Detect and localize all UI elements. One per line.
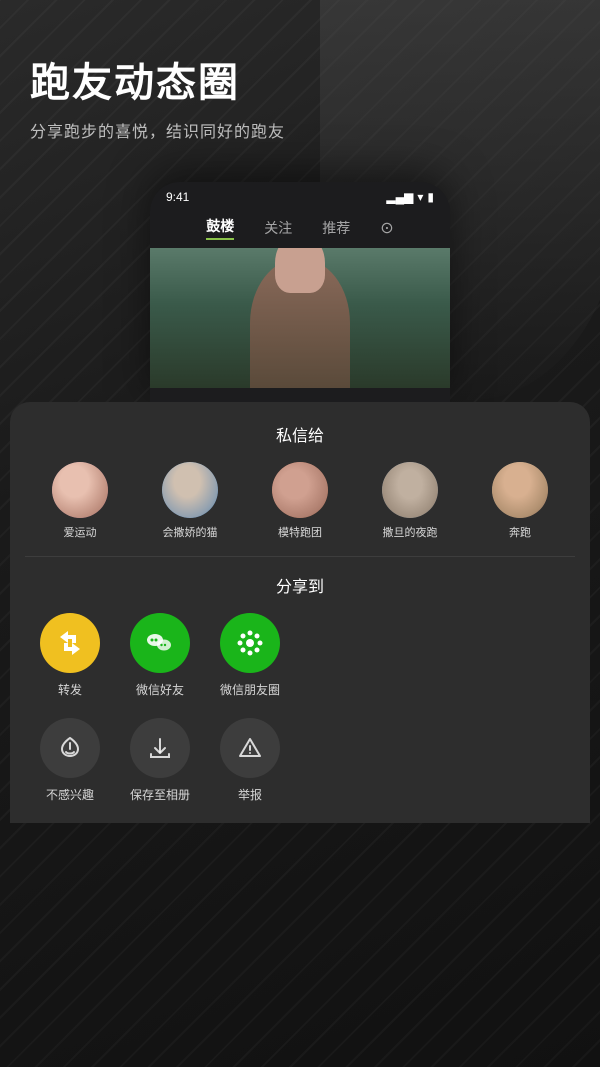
retweet-icon xyxy=(54,627,86,659)
wechat-icon xyxy=(143,626,177,660)
contact-item[interactable]: 模特跑团 xyxy=(245,462,355,540)
contact-avatar-2 xyxy=(162,462,218,518)
dislike-icon xyxy=(57,735,83,761)
private-message-title: 私信给 xyxy=(10,422,590,446)
section-divider xyxy=(25,556,575,557)
status-icons: ▂▄▆ ▾ ▮ xyxy=(386,190,434,204)
phone-tab-follow[interactable]: 关注 xyxy=(264,218,292,238)
contact-avatar-4 xyxy=(382,462,438,518)
phone-tab-gulou[interactable]: 鼓楼 xyxy=(206,216,234,240)
page-subtitle: 分享跑步的喜悦，结识同好的跑友 xyxy=(30,118,570,142)
action-item-report[interactable]: 举报 xyxy=(220,718,280,803)
phone-tab-recommend[interactable]: 推荐 xyxy=(322,218,350,238)
contact-item[interactable]: 撒旦的夜跑 xyxy=(355,462,465,540)
save-icon xyxy=(147,735,173,761)
moments-label: 微信朋友圈 xyxy=(220,681,280,698)
header-section: 跑友动态圈 分享跑步的喜悦，结识同好的跑友 xyxy=(0,0,600,162)
save-label: 保存至相册 xyxy=(130,786,190,803)
contact-item[interactable]: 会撒娇的猫 xyxy=(135,462,245,540)
contact-name-1: 爱运动 xyxy=(64,524,97,540)
share-title: 分享到 xyxy=(10,573,590,597)
contact-name-3: 模特跑团 xyxy=(278,524,322,540)
moments-icon-circle xyxy=(220,613,280,673)
contact-item[interactable]: 爱运动 xyxy=(25,462,135,540)
page-title: 跑友动态圈 xyxy=(30,50,570,108)
dislike-label: 不感兴趣 xyxy=(46,786,94,803)
share-item-wechat[interactable]: 微信好友 xyxy=(130,613,190,698)
status-time: 9:41 xyxy=(166,190,189,204)
battery-icon: ▮ xyxy=(427,190,434,204)
signal-icon: ▂▄▆ xyxy=(386,190,413,204)
action-item-dislike[interactable]: 不感兴趣 xyxy=(40,718,100,803)
report-icon-circle xyxy=(220,718,280,778)
contact-name-4: 撒旦的夜跑 xyxy=(383,524,438,540)
wifi-icon: ▾ xyxy=(417,190,423,204)
contact-avatar-3 xyxy=(272,462,328,518)
contact-avatar-5 xyxy=(492,462,548,518)
contact-item[interactable]: 奔跑 xyxy=(465,462,575,540)
dislike-icon-circle xyxy=(40,718,100,778)
save-icon-circle xyxy=(130,718,190,778)
contact-name-5: 奔跑 xyxy=(509,524,531,540)
contact-avatar-1 xyxy=(52,462,108,518)
retweet-label: 转发 xyxy=(58,681,82,698)
phone-nav-tabs: 鼓楼 关注 推荐 ⊙ xyxy=(150,208,450,248)
bottom-sheet: 私信给 爱运动 会撒娇的猫 模特跑团 撒旦的夜跑 奔跑 分享到 xyxy=(10,402,590,823)
action-row: 不感兴趣 保存至相册 举报 xyxy=(10,718,590,823)
report-label: 举报 xyxy=(238,786,262,803)
share-row: 转发 微信好友 xyxy=(10,613,590,718)
retweet-icon-circle xyxy=(40,613,100,673)
camera-icon[interactable]: ⊙ xyxy=(380,218,393,238)
share-item-retweet[interactable]: 转发 xyxy=(40,613,100,698)
share-item-moments[interactable]: 微信朋友圈 xyxy=(220,613,280,698)
action-item-save[interactable]: 保存至相册 xyxy=(130,718,190,803)
wechat-icon-circle xyxy=(130,613,190,673)
moments-icon xyxy=(234,627,266,659)
phone-mockup: 9:41 ▂▄▆ ▾ ▮ 鼓楼 关注 推荐 ⊙ xyxy=(150,182,450,402)
contacts-row: 爱运动 会撒娇的猫 模特跑团 撒旦的夜跑 奔跑 xyxy=(10,462,590,556)
wechat-label: 微信好友 xyxy=(136,681,184,698)
contact-name-2: 会撒娇的猫 xyxy=(163,524,218,540)
phone-status-bar: 9:41 ▂▄▆ ▾ ▮ xyxy=(150,182,450,208)
phone-content-image xyxy=(150,248,450,388)
report-icon xyxy=(237,735,263,761)
person-silhouette xyxy=(250,258,350,388)
